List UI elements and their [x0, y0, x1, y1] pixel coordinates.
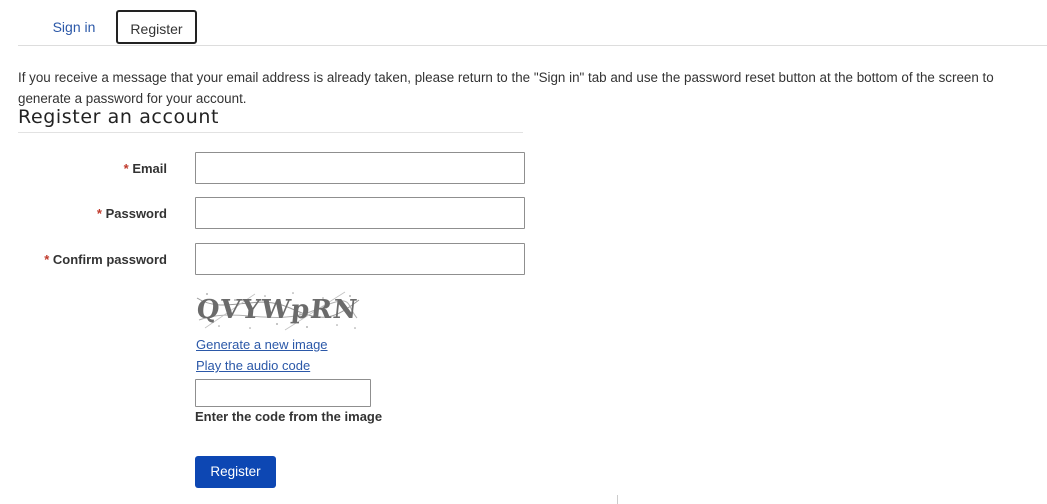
confirm-password-label-text: Confirm password	[52, 252, 167, 267]
tab-sign-in[interactable]: Sign in	[36, 10, 112, 44]
email-label-text: Email	[132, 161, 167, 176]
password-label-text: Password	[105, 206, 167, 221]
required-marker: *	[96, 206, 102, 221]
confirm-password-field[interactable]	[195, 243, 525, 275]
generate-new-image-link[interactable]: Generate a new image	[196, 337, 328, 352]
password-label: * Password	[97, 206, 167, 221]
password-field[interactable]	[195, 197, 525, 229]
footer-divider	[617, 495, 618, 504]
captcha-graphic: QVYWpRN	[195, 288, 361, 332]
captcha-code-input[interactable]	[195, 379, 371, 407]
email-label: * Email	[124, 161, 167, 176]
page-title: Register an account	[18, 106, 220, 128]
required-marker: *	[123, 161, 129, 176]
captcha-code-label: Enter the code from the image	[195, 409, 383, 424]
captcha-text: QVYWpRN	[195, 295, 359, 325]
title-divider	[18, 132, 523, 133]
confirm-password-label: * Confirm password	[44, 252, 167, 267]
register-button[interactable]: Register	[195, 456, 276, 488]
email-field[interactable]	[195, 152, 525, 184]
tab-bar: Sign in Register	[0, 0, 1047, 46]
info-message: If you receive a message that your email…	[18, 70, 994, 106]
play-audio-code-link[interactable]: Play the audio code	[196, 358, 310, 373]
tab-register[interactable]: Register	[116, 10, 197, 44]
required-marker: *	[44, 252, 50, 267]
captcha-image: QVYWpRN	[195, 288, 361, 332]
